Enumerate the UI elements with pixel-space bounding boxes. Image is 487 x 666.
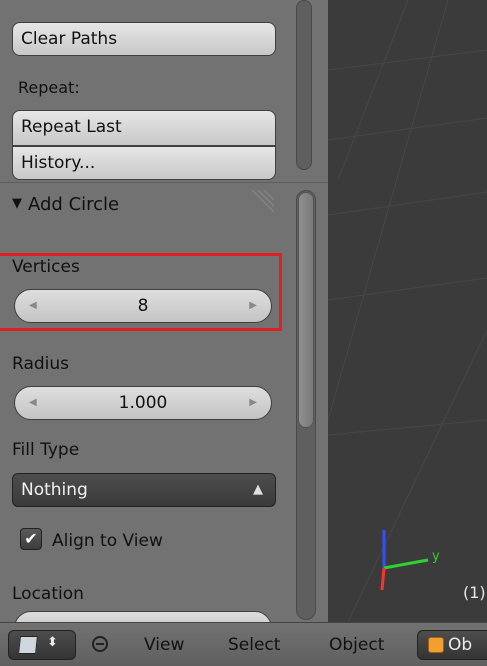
- radius-value: 1.000: [118, 393, 168, 413]
- radius-label: Radius: [12, 354, 70, 374]
- viewport-grid: y: [328, 0, 487, 622]
- menu-object[interactable]: Object: [329, 635, 384, 655]
- updown-arrows-icon: ⬍: [47, 635, 58, 650]
- align-to-view-label[interactable]: Align to View: [52, 531, 163, 551]
- location-label: Location: [12, 584, 84, 604]
- fill-type-label: Fill Type: [12, 440, 80, 460]
- viewport-header: ⬍ View Select Object Ob: [0, 622, 487, 666]
- 3d-viewport[interactable]: y (1): [328, 0, 487, 622]
- collapse-triangle-icon[interactable]: ▼: [12, 196, 22, 211]
- fill-type-select[interactable]: Nothing ▲: [12, 473, 276, 507]
- operator-panel-title[interactable]: Add Circle: [28, 194, 119, 215]
- menu-select[interactable]: Select: [228, 635, 280, 655]
- editor-type-selector[interactable]: ⬍: [8, 630, 76, 660]
- history-button[interactable]: History...: [12, 146, 276, 180]
- increment-arrow-icon[interactable]: ▶: [249, 387, 257, 419]
- highlight-box: [0, 253, 282, 331]
- repeat-section-label: Repeat:: [18, 78, 80, 97]
- shelf-scrollbar[interactable]: [296, 0, 312, 170]
- mode-selector[interactable]: Ob: [417, 630, 487, 660]
- cube-icon: [18, 636, 38, 654]
- axis-gizmo: y: [380, 530, 440, 591]
- radius-field[interactable]: ◀ 1.000 ▶: [14, 386, 272, 420]
- fill-type-value: Nothing: [21, 480, 88, 500]
- menu-view[interactable]: View: [144, 635, 184, 655]
- align-to-view-checkbox[interactable]: ✔: [20, 528, 42, 550]
- operator-scrollbar-thumb[interactable]: [298, 192, 314, 428]
- mode-label: Ob: [448, 635, 473, 655]
- clear-paths-button[interactable]: Clear Paths: [12, 22, 276, 56]
- tool-shelf: Clear Paths Repeat: Repeat Last History.…: [0, 0, 328, 180]
- svg-text:y: y: [432, 549, 440, 564]
- repeat-last-button[interactable]: Repeat Last: [12, 110, 276, 146]
- object-info-label: (1): [463, 583, 486, 602]
- object-mode-icon: [428, 637, 444, 653]
- updown-arrows-icon: ▲: [253, 482, 263, 497]
- collapse-menus-icon[interactable]: [92, 636, 108, 652]
- decrement-arrow-icon[interactable]: ◀: [29, 387, 37, 419]
- panel-grip-icon[interactable]: [248, 190, 274, 216]
